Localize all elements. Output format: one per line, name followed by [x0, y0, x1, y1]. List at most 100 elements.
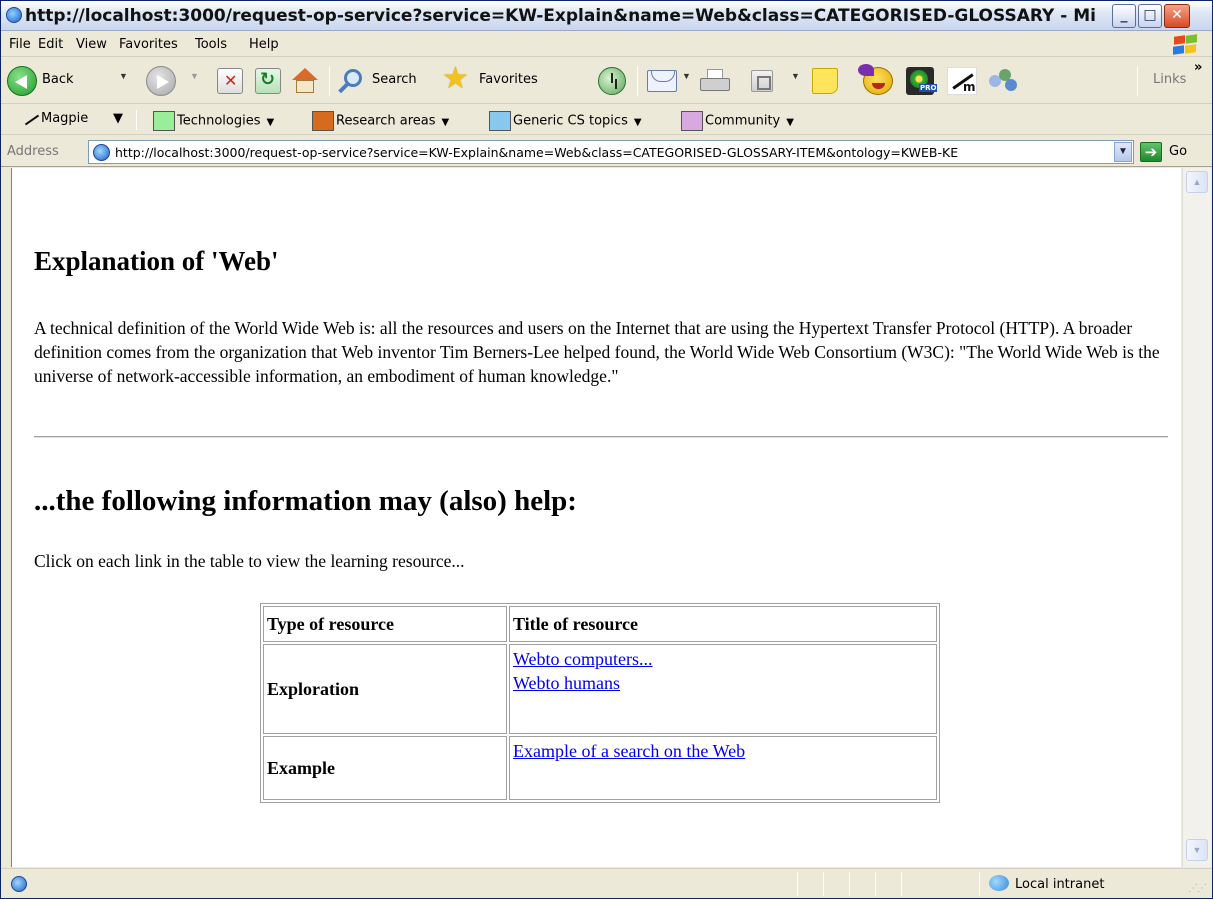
toolbar-separator — [1137, 66, 1138, 96]
community-swatch — [681, 111, 703, 131]
maximize-button[interactable]: □ — [1138, 4, 1162, 28]
menu-favorites[interactable]: Favorites — [119, 37, 178, 52]
window-title: http://localhost:3000/request-op-service… — [25, 6, 1095, 26]
resources-table: Type of resource Title of resource Explo… — [260, 603, 940, 803]
research-areas-swatch — [312, 111, 334, 131]
go-button[interactable]: Go — [1169, 144, 1187, 159]
link-technologies-label: Technologies — [177, 113, 261, 129]
status-pane-divider — [875, 872, 876, 896]
status-pane-divider — [849, 872, 850, 896]
address-input[interactable]: http://localhost:3000/request-op-service… — [88, 140, 1134, 164]
links-label[interactable]: Links — [1153, 72, 1186, 87]
go-arrow-icon[interactable]: ➔ — [1140, 142, 1162, 162]
messenger-icon[interactable] — [858, 64, 893, 95]
magpie-icon[interactable] — [947, 67, 977, 95]
address-dropdown-icon[interactable]: ▼ — [1114, 142, 1132, 162]
resource-link[interactable]: Webto computers... — [513, 647, 933, 671]
magpie-dropdown-icon[interactable]: ▼ — [113, 111, 123, 126]
resource-type-cell: Example — [263, 736, 507, 800]
menu-bar: File Edit View Favorites Tools Help — [1, 32, 1212, 57]
status-pane-divider — [823, 872, 824, 896]
refresh-icon[interactable] — [255, 68, 281, 94]
favorites-button[interactable]: Favorites — [479, 72, 538, 87]
note-icon[interactable] — [812, 68, 838, 94]
messenger-people-icon[interactable] — [987, 67, 1019, 95]
resource-link[interactable]: Webto humans — [513, 671, 933, 695]
scroll-down-button[interactable]: ▼ — [1186, 839, 1208, 861]
page-icon — [93, 144, 110, 161]
ie-logo-icon — [6, 7, 22, 23]
scroll-up-button[interactable]: ▲ — [1186, 171, 1208, 193]
history-icon[interactable] — [598, 67, 626, 95]
back-button[interactable]: Back — [42, 72, 74, 87]
security-zone-label: Local intranet — [1015, 877, 1105, 892]
page-content: Explanation of 'Web' A technical definit… — [11, 168, 1181, 867]
link-magpie-label: Magpie — [41, 111, 89, 126]
home-icon[interactable] — [291, 68, 319, 94]
horizontal-rule — [34, 436, 1168, 438]
vertical-scrollbar[interactable]: ▲ ▼ — [1182, 168, 1211, 867]
print-icon[interactable] — [700, 69, 730, 93]
toolbar-overflow-icon[interactable]: » — [1194, 60, 1202, 75]
resource-links-cell: Webto computers... Webto humans — [509, 644, 937, 734]
column-header-type: Type of resource — [263, 606, 507, 642]
column-header-title: Title of resource — [509, 606, 937, 642]
address-label: Address — [7, 144, 59, 159]
resource-links-cell: Example of a search on the Web — [509, 736, 937, 800]
intranet-zone-icon — [989, 875, 1009, 891]
definition-text: A technical definition of the World Wide… — [34, 318, 1160, 386]
browser-window: http://localhost:3000/request-op-service… — [0, 0, 1213, 899]
link-technologies[interactable]: Technologies ▼ — [153, 111, 274, 131]
status-pane-divider — [797, 872, 798, 896]
edit-dropdown-icon[interactable]: ▼ — [791, 71, 800, 81]
mail-icon[interactable] — [647, 70, 677, 92]
table-header-row: Type of resource Title of resource — [263, 606, 937, 642]
link-magpie[interactable]: Magpie — [23, 111, 88, 126]
search-button[interactable]: Search — [372, 72, 417, 87]
technologies-swatch — [153, 111, 175, 131]
menu-help[interactable]: Help — [249, 37, 279, 52]
resize-grip-icon[interactable]: ⋰⋰ — [1188, 883, 1207, 894]
link-community[interactable]: Community ▼ — [681, 111, 794, 131]
magpie-small-icon — [23, 112, 41, 126]
toolbar-separator — [637, 66, 638, 96]
page-status-icon — [11, 876, 27, 892]
toolbar-separator — [329, 66, 330, 96]
links-toolbar: Magpie ▼ Technologies ▼ Research areas ▼ G… — [1, 105, 1212, 135]
link-research-areas-label: Research areas — [336, 113, 436, 129]
address-bar: Address http://localhost:3000/request-op… — [1, 136, 1212, 167]
forward-arrow-icon[interactable] — [146, 66, 176, 96]
status-pane-divider — [901, 872, 902, 896]
favorites-star-icon[interactable]: ★ — [442, 64, 469, 94]
menu-edit[interactable]: Edit — [38, 37, 63, 52]
table-row: Example Example of a search on the Web — [263, 736, 937, 800]
edit-page-icon[interactable] — [751, 70, 773, 92]
back-dropdown-icon[interactable]: ▼ — [119, 71, 128, 81]
menu-file[interactable]: File — [9, 37, 31, 52]
menu-tools[interactable]: Tools — [195, 37, 227, 52]
back-arrow-icon[interactable] — [7, 66, 37, 96]
instructions-text: Click on each link in the table to view … — [34, 551, 465, 571]
link-research-areas[interactable]: Research areas ▼ — [312, 111, 449, 131]
forward-dropdown-icon[interactable]: ▼ — [190, 71, 199, 81]
resource-link[interactable]: Example of a search on the Web — [513, 739, 933, 763]
help-heading: ...the following information may (also) … — [34, 485, 577, 517]
table-row: Exploration Webto computers... Webto hum… — [263, 644, 937, 734]
close-button[interactable]: ✕ — [1164, 4, 1190, 28]
link-generic-cs-topics-label: Generic CS topics — [513, 113, 628, 129]
address-url[interactable]: http://localhost:3000/request-op-service… — [115, 145, 1105, 160]
search-icon[interactable] — [338, 68, 364, 94]
icq-pro-icon[interactable] — [906, 67, 938, 95]
generic-cs-topics-swatch — [489, 111, 511, 131]
link-generic-cs-topics[interactable]: Generic CS topics ▼ — [489, 111, 642, 131]
minimize-button[interactable]: _ — [1112, 4, 1136, 28]
status-bar: Local intranet ⋰⋰ — [1, 868, 1212, 898]
mail-dropdown-icon[interactable]: ▼ — [682, 71, 691, 81]
menu-view[interactable]: View — [76, 37, 107, 52]
resource-type-cell: Exploration — [263, 644, 507, 734]
stop-icon[interactable] — [217, 68, 243, 94]
title-bar: http://localhost:3000/request-op-service… — [1, 1, 1212, 31]
windows-logo-icon — [1169, 34, 1199, 56]
standard-toolbar: Back ▼ ▼ Search ★ Favorites ▼ ▼ Links » — [1, 58, 1212, 104]
page-title: Explanation of 'Web' — [34, 246, 279, 276]
